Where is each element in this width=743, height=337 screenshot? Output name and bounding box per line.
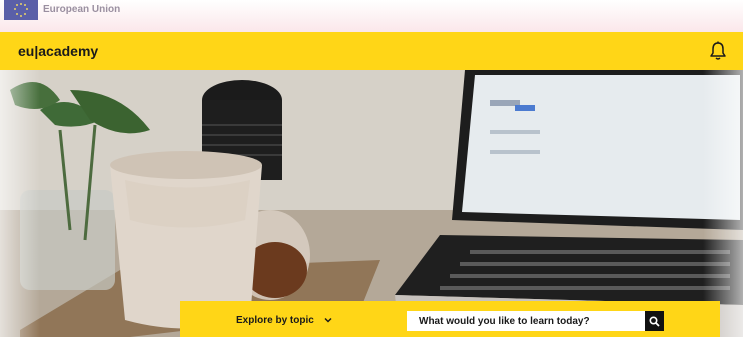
- explore-by-topic-button[interactable]: Explore by topic: [236, 311, 332, 329]
- explore-by-topic-label: Explore by topic: [236, 314, 314, 326]
- eu-label[interactable]: European Union: [43, 4, 120, 15]
- site-logo[interactable]: eu|academy: [18, 43, 98, 59]
- search-button[interactable]: [645, 311, 664, 331]
- search-input[interactable]: [407, 311, 645, 331]
- hero-image: [0, 70, 743, 337]
- site-header: eu|academy: [0, 32, 743, 70]
- eu-flag-icon: [4, 0, 38, 20]
- eu-top-bar: European Union: [0, 0, 743, 32]
- search-bar: Explore by topic: [180, 301, 720, 337]
- chevron-down-icon: [324, 317, 332, 323]
- search-icon: [649, 315, 660, 327]
- bell-icon[interactable]: [709, 41, 727, 61]
